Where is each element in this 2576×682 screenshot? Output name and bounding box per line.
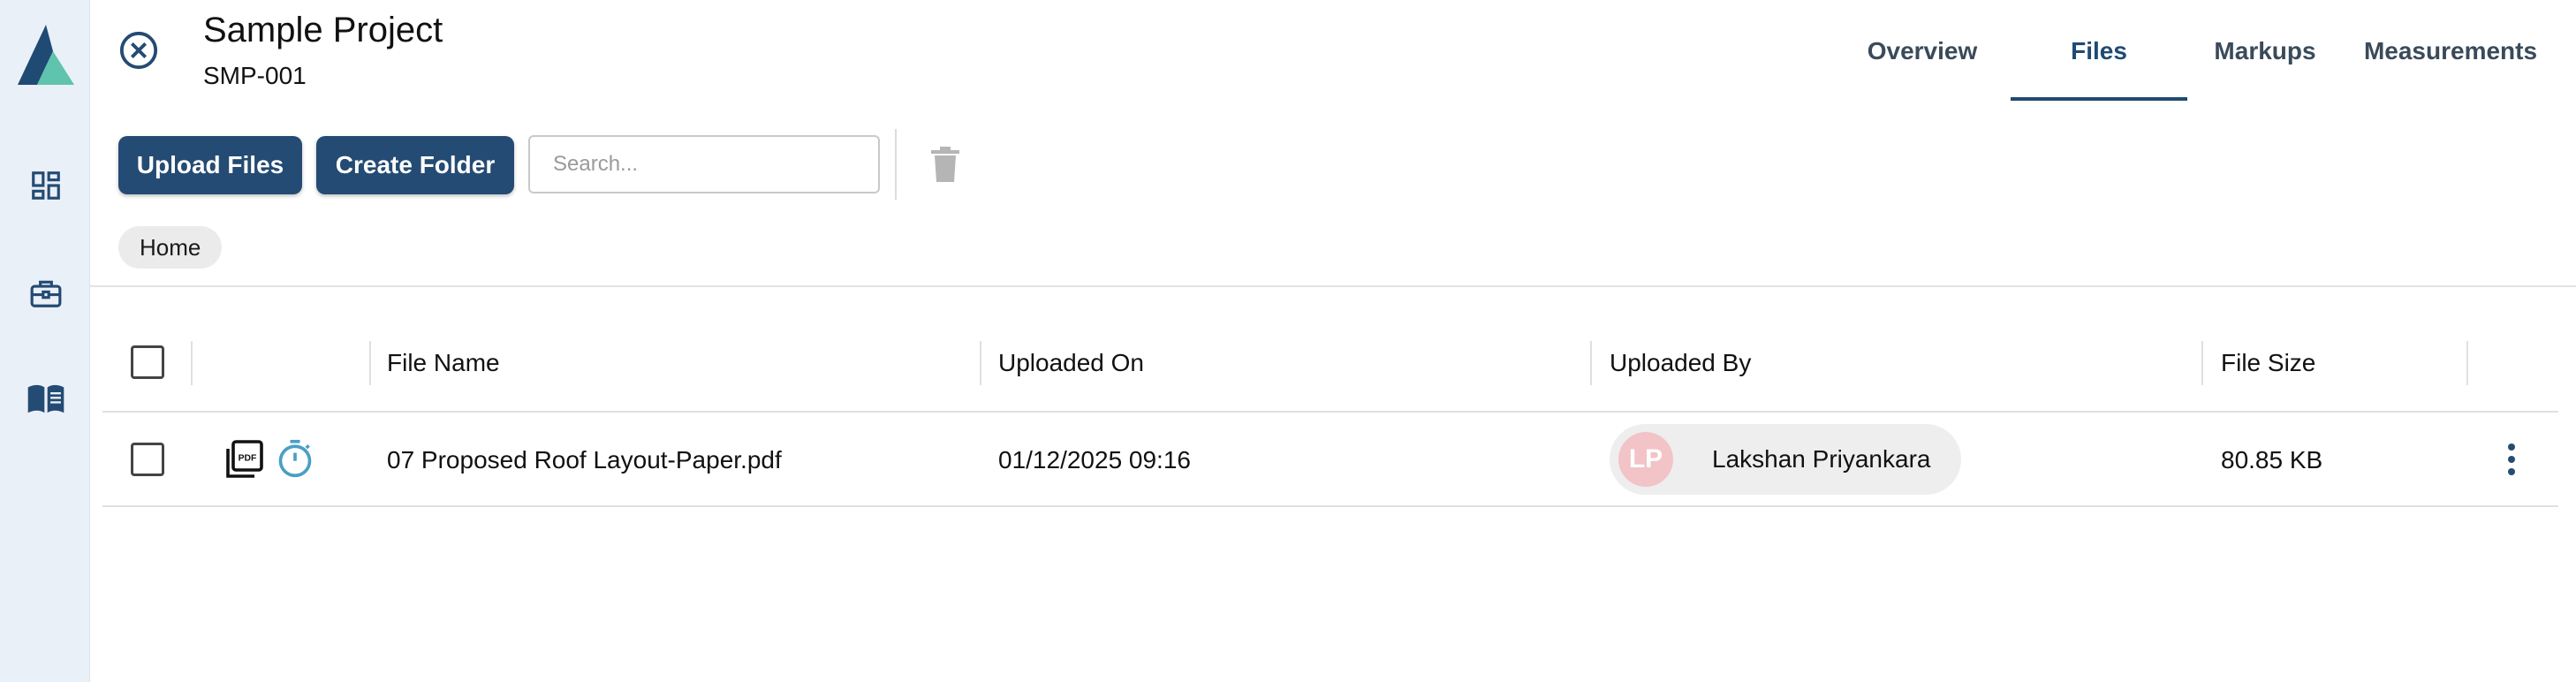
uploaded-on-cell: 01/12/2025 09:16 (998, 446, 1191, 474)
create-folder-button[interactable]: Create Folder (316, 136, 514, 194)
upload-files-button[interactable]: Upload Files (118, 136, 302, 194)
file-size-cell: 80.85 KB (2221, 446, 2323, 474)
svg-text:PDF: PDF (239, 454, 257, 464)
column-divider (1590, 341, 1592, 385)
briefcase-icon[interactable] (27, 274, 65, 313)
row-checkbox[interactable] (131, 443, 164, 476)
company-logo[interactable] (18, 25, 74, 87)
file-name-cell[interactable]: 07 Proposed Roof Layout-Paper.pdf (387, 433, 782, 488)
column-header-file-size[interactable]: File Size (2221, 336, 2315, 390)
dashboard-icon[interactable] (27, 166, 65, 205)
book-icon[interactable] (27, 380, 65, 419)
column-divider (2201, 341, 2203, 385)
column-header-uploaded-by[interactable]: Uploaded By (1610, 336, 1751, 390)
project-code: SMP-001 (203, 62, 307, 89)
column-header-file-name[interactable]: File Name (387, 336, 500, 390)
pdf-icon: PDF (226, 440, 263, 479)
sidebar (0, 0, 90, 682)
header-row-divider (102, 411, 2558, 413)
column-divider (369, 341, 371, 385)
project-title: Sample Project (203, 11, 443, 49)
select-all-checkbox[interactable] (131, 345, 164, 379)
tab-markups[interactable]: Markups (2187, 0, 2343, 102)
toolbar-divider (895, 129, 897, 200)
search-input[interactable] (528, 135, 880, 193)
column-divider (191, 341, 193, 385)
tab-files[interactable]: Files (2011, 0, 2187, 102)
row-divider (102, 505, 2558, 507)
uploader-chip[interactable]: LP Lakshan Priyankara (1610, 424, 1961, 495)
section-divider (90, 285, 2576, 287)
column-divider (980, 341, 981, 385)
column-divider (2466, 341, 2468, 385)
tab-overview[interactable]: Overview (1834, 0, 2011, 102)
tab-measurements[interactable]: Measurements (2343, 0, 2558, 102)
column-header-uploaded-on[interactable]: Uploaded On (998, 336, 1144, 390)
breadcrumb-home[interactable]: Home (118, 226, 223, 269)
timer-icon (276, 438, 314, 479)
more-options-icon[interactable] (2496, 436, 2527, 482)
tab-bar: Overview Files Markups Measurements (1834, 0, 2558, 102)
uploader-name: Lakshan Priyankara (1712, 445, 1931, 473)
avatar: LP (1618, 432, 1673, 487)
close-button[interactable] (117, 28, 161, 72)
trash-icon[interactable] (928, 143, 963, 186)
